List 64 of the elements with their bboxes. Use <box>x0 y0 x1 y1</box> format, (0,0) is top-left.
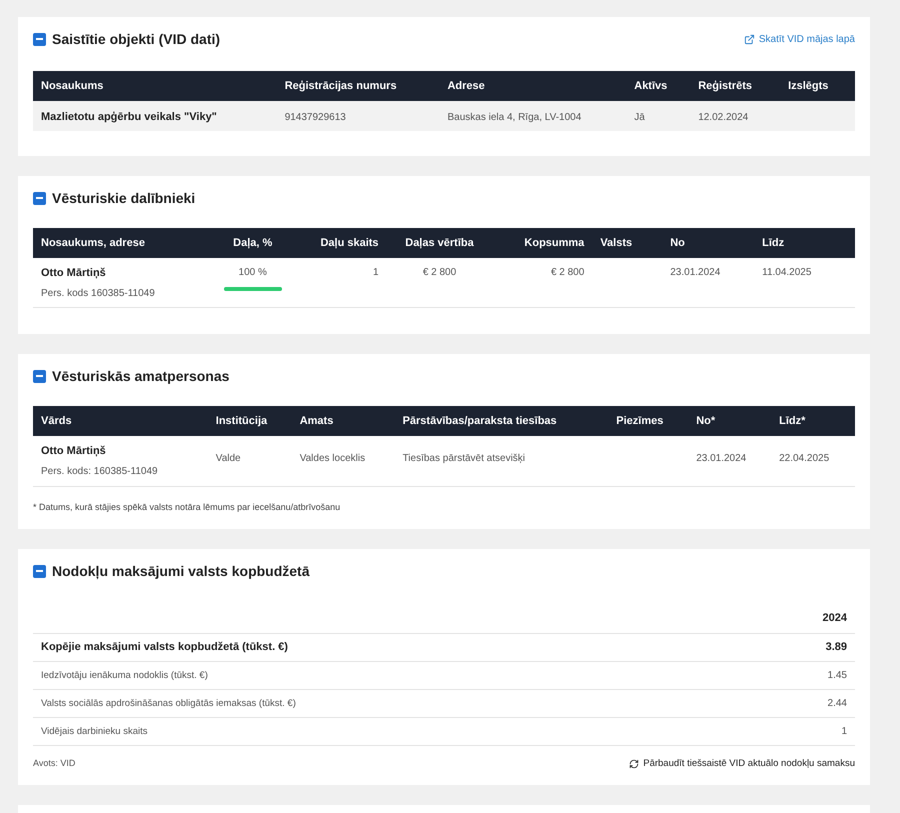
column-header: Adrese <box>446 78 486 94</box>
column-header: No <box>669 236 686 250</box>
column-header: Piezīmes <box>615 414 664 428</box>
section-title: Nodokļu maksājumi valsts kopbudžetā <box>52 563 310 579</box>
collapse-icon[interactable] <box>33 32 46 46</box>
column-header: Aktīvs <box>633 78 668 94</box>
source-note: Avots: VID <box>33 758 76 769</box>
table-cell: € 2 800 <box>422 267 456 279</box>
collapse-icon[interactable] <box>33 192 46 204</box>
officer-name: Otto Mārtiņš <box>41 445 107 458</box>
column-header: Daļu skaits <box>319 236 380 250</box>
collapse-icon[interactable] <box>33 564 46 578</box>
tax-value: 1.45 <box>828 670 847 682</box>
section-title: Vēsturiskie dalībnieki <box>52 190 196 206</box>
table-cell: Mazlietotu apģērbu veikals "Viky" <box>41 111 217 123</box>
column-header: Nosaukums <box>40 78 104 94</box>
column-header: Valsts <box>599 236 634 250</box>
section-title: Saistītie objekti (VID dati) <box>52 31 220 47</box>
tax-label: Iedzīvotāju ienākuma nodoklis (tūkst. €) <box>41 670 208 682</box>
column-header: Institūcija <box>214 414 268 428</box>
year-header: 2024 <box>822 612 847 625</box>
column-header: Kopsumma <box>523 236 586 250</box>
tax-label: Valsts sociālās apdrošināšanas obligātās iemaksas (tūkst. €) <box>41 698 296 710</box>
check-link[interactable]: Pārbaudīt tiešsaistē VID aktuālo nodokļu samaksu <box>629 758 855 769</box>
table-cell: € 2 800 <box>550 267 584 279</box>
column-header: Daļas vērtība <box>404 236 475 250</box>
column-header: Daļa, % <box>232 236 274 250</box>
external-link-icon <box>744 34 755 44</box>
footnote: * Datums, kurā stājies spēkā valsts notāra lēmums par iecelšanu/atbrīvošanu <box>33 502 340 512</box>
column-header: Reģistrācijas numurs <box>284 78 398 94</box>
column-header: Izslēgts <box>787 78 830 94</box>
column-header: No* <box>695 414 716 428</box>
personal-code: Pers. kods: 160385-11049 <box>41 466 159 478</box>
table-cell: 1 <box>373 267 379 279</box>
table-cell: Valde <box>216 453 241 464</box>
column-header: Amats <box>298 414 334 428</box>
refresh-icon <box>629 758 640 768</box>
tax-label: Vidējais darbinieku skaits <box>41 726 148 738</box>
table-cell: 22.04.2025 <box>779 453 830 464</box>
column-header: Reģistrēts <box>697 78 753 94</box>
table-cell: Jā <box>634 112 645 123</box>
table-cell: 91437929613 <box>284 112 346 123</box>
table-cell: 23.01.2024 <box>696 453 746 464</box>
table-cell: 11.04.2025 <box>762 267 812 279</box>
tax-value: 3.89 <box>826 641 847 654</box>
tax-label: Kopējie maksājumi valsts kopbudžetā (tūkst. €) <box>41 641 288 654</box>
section-title: Vēsturiskās amatpersonas <box>52 368 230 384</box>
table-cell: 100 % <box>238 267 267 279</box>
personal-code: Pers. kods 160385-11049 <box>41 288 156 300</box>
table-cell: 23.01.2024 <box>670 267 720 279</box>
table-cell: Valdes loceklis <box>300 453 366 464</box>
column-header: Līdz* <box>778 414 806 428</box>
external-link[interactable]: Skatīt VID mājas lapā <box>744 32 855 46</box>
table-cell: Bauskas iela 4, Rīga, LV-1004 <box>447 112 582 123</box>
column-header: Līdz <box>761 236 786 250</box>
column-header: Pārstāvības/paraksta tiesības <box>402 414 558 428</box>
column-header: Vārds <box>40 414 73 428</box>
column-header: Nosaukums, adrese <box>40 236 146 250</box>
tax-value: 2.44 <box>828 698 847 710</box>
tax-value: 1 <box>841 726 847 738</box>
member-name: Otto Mārtiņš <box>41 267 107 280</box>
table-cell: 12.02.2024 <box>698 112 748 123</box>
table-cell: Tiesības pārstāvēt atsevišķi <box>402 453 526 464</box>
collapse-icon[interactable] <box>33 370 46 382</box>
